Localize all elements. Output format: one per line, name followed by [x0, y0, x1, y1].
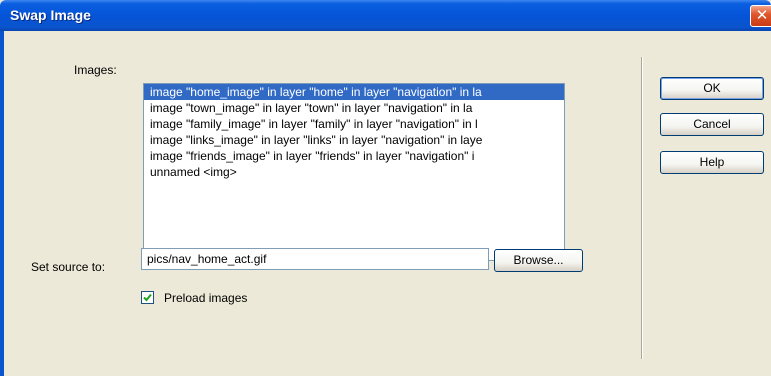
list-item[interactable]: image "links_image" in layer "links" in …	[144, 132, 564, 148]
images-listbox[interactable]: image "home_image" in layer "home" in la…	[143, 83, 565, 261]
title-bar[interactable]: Swap Image ✕	[0, 0, 771, 31]
dialog-title: Swap Image	[10, 7, 91, 23]
divider	[641, 57, 643, 359]
images-label: Images:	[74, 63, 117, 77]
preload-label: Preload images	[164, 291, 248, 305]
close-button[interactable]: ✕	[750, 5, 771, 27]
preload-checkbox[interactable]	[141, 291, 154, 304]
close-icon: ✕	[755, 6, 769, 24]
dialog-body: Images: image "home_image" in layer "hom…	[4, 31, 771, 376]
source-label: Set source to:	[31, 260, 106, 274]
ok-button[interactable]: OK	[660, 77, 764, 100]
browse-button[interactable]: Browse...	[494, 249, 583, 272]
list-item[interactable]: image "friends_image" in layer "friends"…	[144, 148, 564, 164]
list-item[interactable]: image "family_image" in layer "family" i…	[144, 116, 564, 132]
list-item[interactable]: unnamed <img>	[144, 164, 564, 180]
check-icon	[143, 293, 152, 302]
help-button[interactable]: Help	[660, 151, 764, 174]
list-item[interactable]: image "home_image" in layer "home" in la…	[144, 84, 564, 100]
cancel-button[interactable]: Cancel	[660, 113, 764, 136]
source-input[interactable]: pics/nav_home_act.gif	[141, 248, 489, 270]
list-item[interactable]: image "town_image" in layer "town" in la…	[144, 100, 564, 116]
